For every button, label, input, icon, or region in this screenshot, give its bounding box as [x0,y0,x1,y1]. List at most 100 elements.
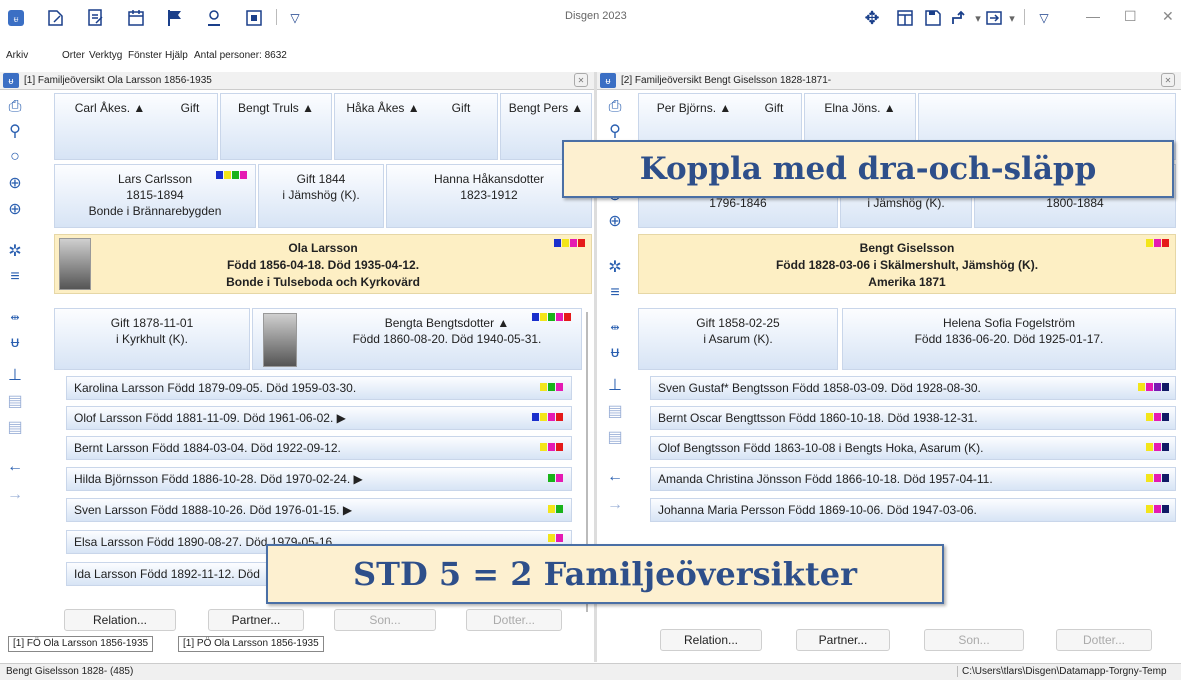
move-icon[interactable]: ✥ [860,6,884,30]
person-photo [59,238,91,290]
document-icon[interactable]: ▤ [604,426,626,448]
note-edit-icon[interactable] [84,6,108,30]
grandparent-name: Håka Åkes ▲ [346,101,420,115]
app-title: Disgen 2023 [565,10,627,22]
status-bar: Bengt Giselsson 1828- (485) C:\Users\tla… [0,663,1181,680]
chevron-down-icon[interactable]: ▽ [1032,6,1056,30]
child-row[interactable]: Sven Gustaf* Bengtsson Född 1858-03-09. … [650,376,1176,400]
layout-icon[interactable] [893,6,917,30]
calendar-icon[interactable] [124,6,148,30]
menu-icon[interactable]: ≡ [604,282,626,304]
son-button[interactable]: Son... [924,629,1024,651]
daughter-button[interactable]: Dotter... [1056,629,1152,651]
spouse-dates: Född 1860-08-20. Död 1940-05-31. [352,332,542,346]
child-text: Olof Larsson Född 1881-11-09. Död 1961-0… [74,411,346,425]
relation-button[interactable]: Relation... [660,629,762,651]
menu-arkiv[interactable]: Arkiv [6,50,28,61]
color-markers [1146,443,1169,451]
spouse-name: Helena Sofia Fogelström [942,316,1076,330]
spouse-photo [263,313,297,367]
child-row[interactable]: Karolina Larsson Född 1879-09-05. Död 19… [66,376,572,400]
menu-hjalp[interactable]: Hjälp [165,50,188,61]
relation-button[interactable]: Relation... [64,609,176,631]
dropdown-icon[interactable]: ▾ [1000,6,1024,30]
child-row[interactable]: Olof Bengtsson Född 1863-10-08 i Bengts … [650,436,1176,460]
chevron-down-icon[interactable]: ▽ [283,6,307,30]
export-icon[interactable]: ▤ [4,390,26,412]
app-logo-icon[interactable]: ᵾ [4,6,28,30]
flag-icon[interactable] [163,6,187,30]
grandparent-box[interactable]: Carl Åkes. ▲ Gift [54,93,218,160]
father-box[interactable]: Lars Carlsson 1815-1894 Bonde i Brännare… [54,164,256,228]
spouse-box[interactable]: Bengta Bengtsdotter ▲ Född 1860-08-20. D… [252,308,582,370]
export-icon[interactable]: ▤ [604,400,626,422]
color-markers [554,239,585,247]
child-row[interactable]: Olof Larsson Född 1881-11-09. Död 1961-0… [66,406,572,430]
menu-fonster[interactable]: Fönster [128,50,162,61]
tab-fo[interactable]: [1] FÖ Ola Larsson 1856-1935 [8,636,154,652]
color-markers [540,443,563,451]
close-icon[interactable]: ✕ [1162,8,1174,25]
child-row[interactable]: Bernt Oscar Bengttsson Född 1860-10-18. … [650,406,1176,430]
mother-name: Hanna Håkansdotter [433,172,545,186]
minimize-icon[interactable]: — [1086,8,1100,24]
son-button[interactable]: Son... [334,609,436,631]
child-row[interactable]: Johanna Maria Persson Född 1869-10-06. D… [650,498,1176,522]
parents-marriage-box[interactable]: Gift 1844 i Jämshög (K). [258,164,384,228]
tree-icon[interactable]: ᵾ [4,332,26,354]
globe-icon[interactable]: ⊕ [604,210,626,232]
globe-icon[interactable]: ⊕ [4,198,26,220]
settings-icon[interactable]: ✲ [4,240,26,262]
split-icon[interactable]: ⇹ [604,316,626,338]
main-person-name: Bengt Giselsson [859,241,955,255]
child-row[interactable]: Hilda Björnsson Född 1886-10-28. Död 197… [66,467,572,491]
arrow-left-icon[interactable]: ← [4,456,26,478]
menu-orter[interactable]: Orter [62,50,85,61]
child-row[interactable]: Sven Larsson Född 1888-10-26. Död 1976-0… [66,498,572,522]
print-icon[interactable]: ⎙ [604,96,626,118]
main-person-note: Amerika 1871 [868,275,946,289]
settings-icon[interactable]: ✲ [604,256,626,278]
split-icon[interactable]: ⇹ [4,306,26,328]
mother-years: 1823-1912 [460,188,518,202]
person-search-icon[interactable]: ⚲ [604,120,626,142]
child-text: Amanda Christina Jönsson Född 1866-10-18… [658,472,993,486]
marriage-place: i Kyrkhult (K). [115,332,188,346]
panel-logo-icon: ᵾ [600,73,616,88]
image-icon[interactable] [242,6,266,30]
daughter-button[interactable]: Dotter... [466,609,562,631]
person-search-icon[interactable]: ⚲ [4,120,26,142]
arrow-right-icon[interactable]: → [4,484,26,506]
panel-close-icon[interactable]: ✕ [1161,73,1175,87]
panel-close-icon[interactable]: ✕ [574,73,588,87]
menu-icon[interactable]: ≡ [4,266,26,288]
tab-po[interactable]: [1] PÖ Ola Larsson 1856-1935 [178,636,324,652]
save-icon[interactable] [921,6,945,30]
maximize-icon[interactable]: ☐ [1124,8,1137,25]
family-tree-icon[interactable]: ⊥ [604,374,626,396]
document-icon[interactable]: ▤ [4,416,26,438]
partner-button[interactable]: Partner... [208,609,304,631]
arrow-right-icon[interactable]: → [604,494,626,516]
edit-person-icon[interactable] [44,6,68,30]
main-person-box[interactable]: Ola Larsson Född 1856-04-18. Död 1935-04… [54,234,592,294]
father-note: Bonde i Brännarebygden [88,204,222,218]
grandparent-box[interactable]: Bengt Truls ▲ [220,93,332,160]
marriage-box[interactable]: Gift 1878-11-01 i Kyrkhult (K). [54,308,250,370]
spouse-box[interactable]: Helena Sofia Fogelström Född 1836-06-20.… [842,308,1176,370]
document-tabs: [1] FÖ Ola Larsson 1856-1935 [1] PÖ Ola … [8,636,348,654]
tree-icon[interactable]: ᵾ [604,342,626,364]
grandparent-box[interactable]: Håka Åkes ▲ Gift [334,93,498,160]
family-tree-icon[interactable]: ⊥ [4,364,26,386]
search-icon[interactable]: ○ [4,146,26,168]
main-person-box[interactable]: Bengt Giselsson Född 1828-03-06 i Skälme… [638,234,1176,294]
location-icon[interactable] [202,6,226,30]
child-row[interactable]: Amanda Christina Jönsson Född 1866-10-18… [650,467,1176,491]
arrow-left-icon[interactable]: ← [604,466,626,488]
globe-add-icon[interactable]: ⊕ [4,172,26,194]
partner-button[interactable]: Partner... [796,629,890,651]
menu-verktyg[interactable]: Verktyg [89,50,122,61]
child-row[interactable]: Bernt Larsson Född 1884-03-04. Död 1922-… [66,436,572,460]
marriage-box[interactable]: Gift 1858-02-25 i Asarum (K). [638,308,838,370]
print-icon[interactable]: ⎙ [4,96,26,118]
